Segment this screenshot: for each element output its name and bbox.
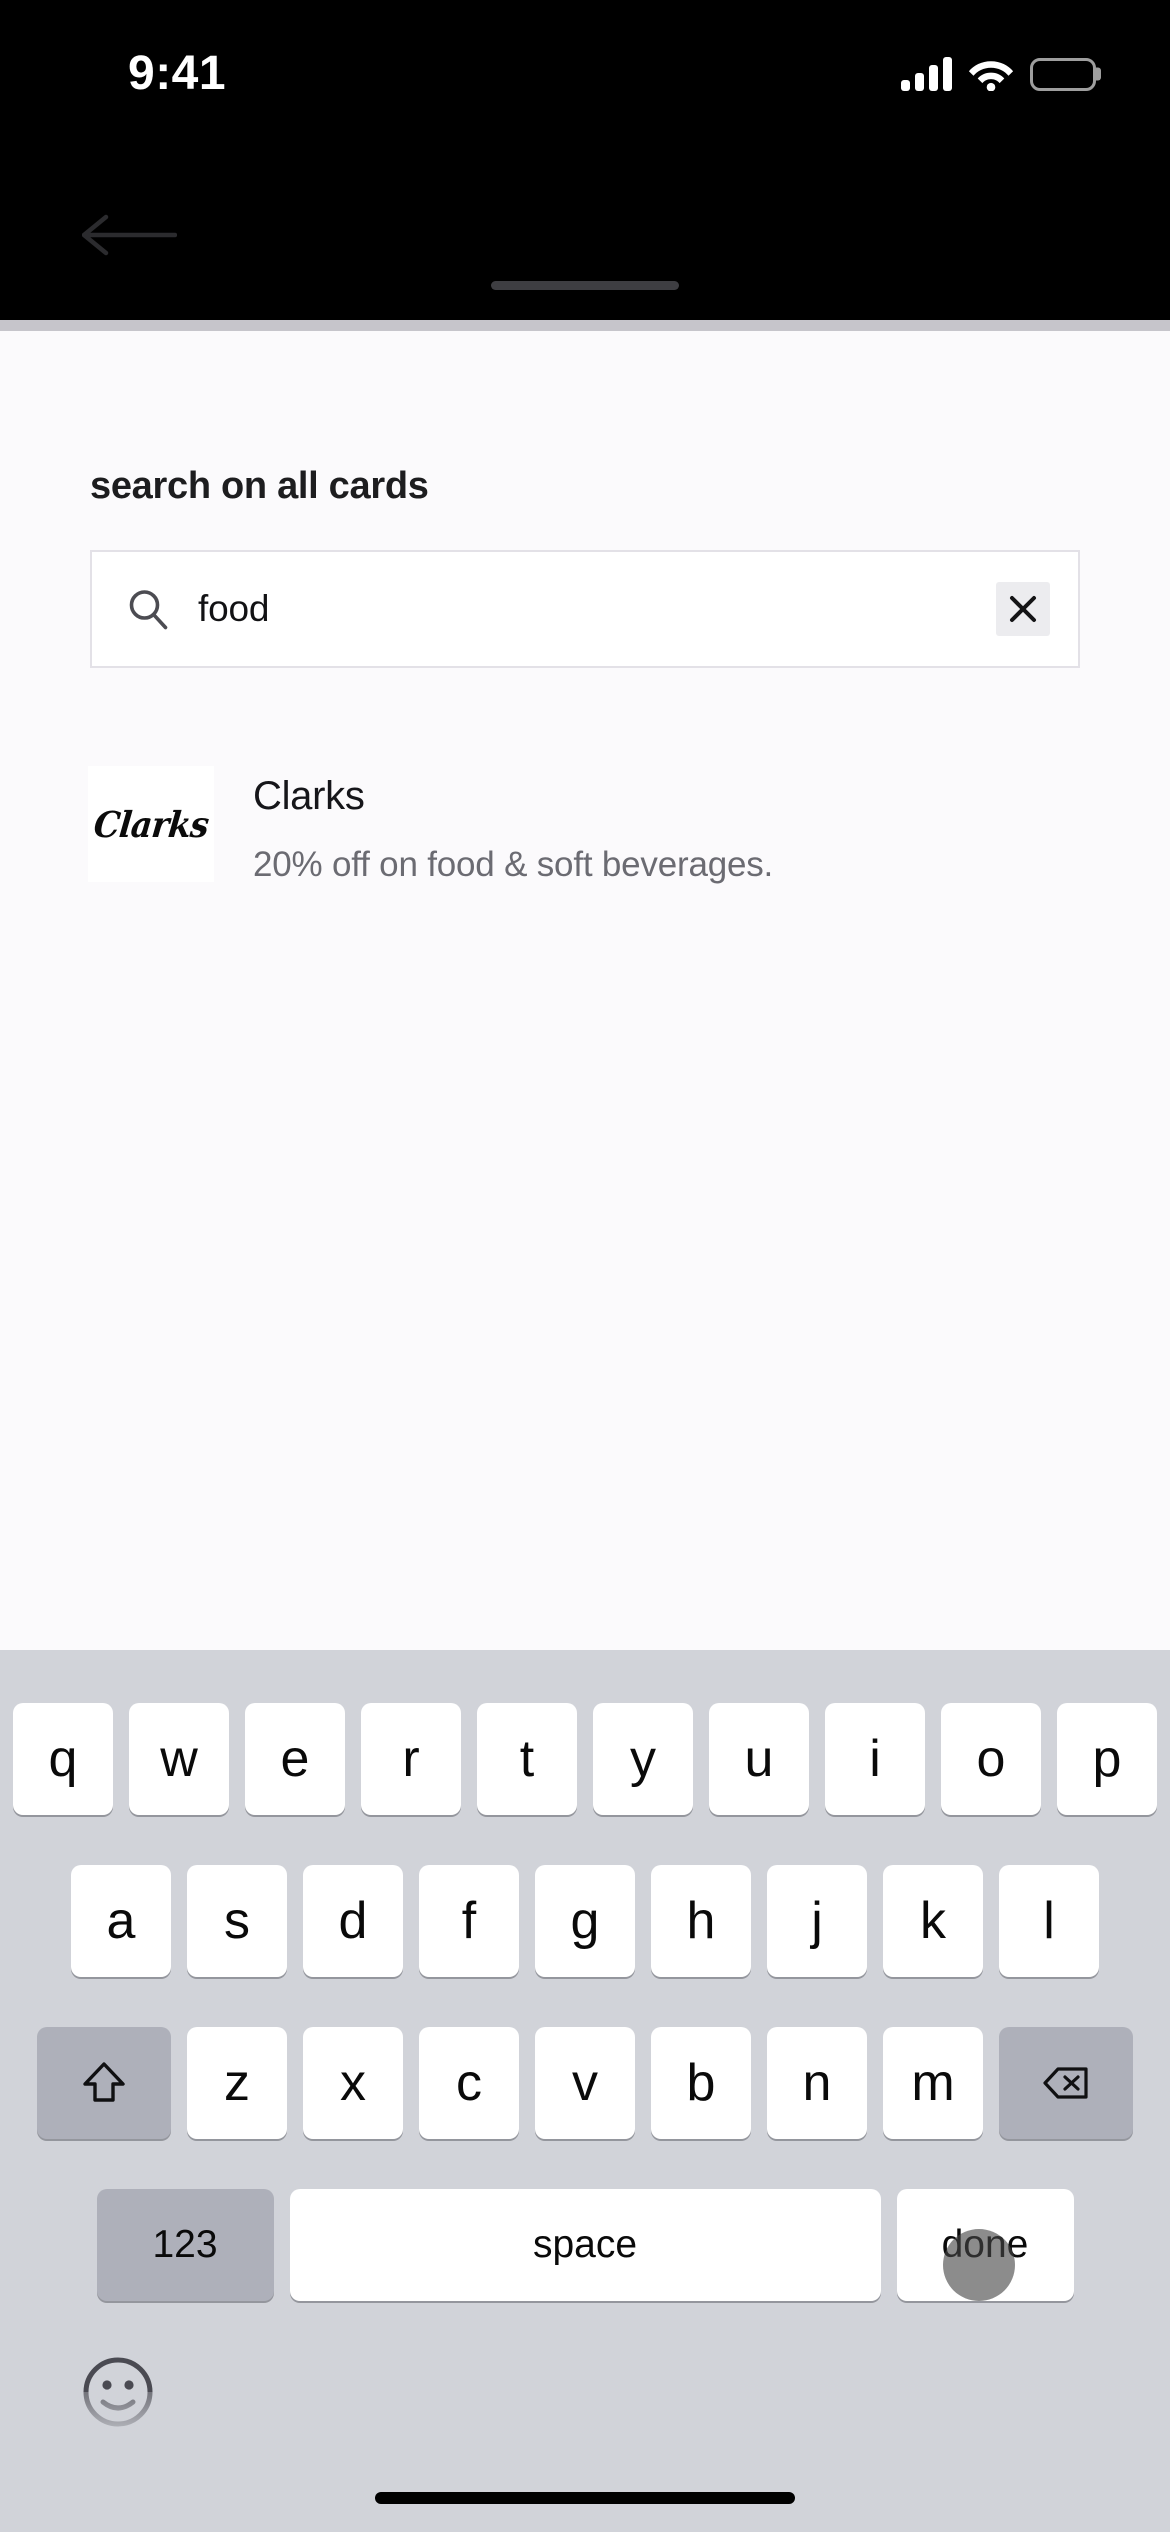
key-j[interactable]: j [767,1865,867,1977]
page-title: search on all cards [90,465,429,507]
home-indicator[interactable] [375,2492,795,2504]
key-h[interactable]: h [651,1865,751,1977]
backspace-key[interactable] [999,2027,1133,2139]
key-i[interactable]: i [825,1703,925,1815]
key-n[interactable]: n [767,2027,867,2139]
keyboard-row-2: a s d f g h j k l [0,1865,1170,1977]
app-header: 9:41 [0,0,1170,320]
header-divider [0,320,1170,331]
search-result-subtitle: 20% off on food & soft beverages. [253,845,774,884]
search-result-text: Clarks 20% off on food & soft beverages. [253,766,1088,885]
done-key[interactable]: done [896,2189,1074,2301]
key-v[interactable]: v [535,2027,635,2139]
key-p[interactable]: p [1057,1703,1157,1815]
key-m[interactable]: m [883,2027,983,2139]
clear-search-button[interactable] [996,582,1050,636]
search-input[interactable]: food [198,588,996,630]
search-result-title: Clarks [253,774,365,818]
key-k[interactable]: k [883,1865,983,1977]
key-g[interactable]: g [535,1865,635,1977]
keyboard-row-4: 123 space done [0,2189,1170,2301]
search-field[interactable]: food [90,550,1080,668]
keyboard-row-3-letters: z x c v b n m [187,2027,983,2139]
key-l[interactable]: l [999,1865,1099,1977]
search-result-item[interactable]: Clarks Clarks 20% off on food & soft bev… [88,766,1088,886]
key-z[interactable]: z [187,2027,287,2139]
sheet-drag-handle[interactable] [491,281,679,290]
emoji-key[interactable] [48,2350,258,2512]
brand-logo-tile: Clarks [88,766,214,882]
search-icon [129,590,168,630]
status-bar-time: 9:41 [128,47,227,100]
keyboard-row-1: q w e r t y u i o p [0,1703,1170,1815]
key-b[interactable]: b [651,2027,751,2139]
key-u[interactable]: u [709,1703,809,1815]
wifi-icon [968,61,1014,91]
key-o[interactable]: o [941,1703,1041,1815]
back-button[interactable] [82,200,192,270]
numbers-key[interactable]: 123 [96,2189,274,2301]
key-d[interactable]: d [303,1865,403,1977]
content-sheet: search on all cards food Clarks Clarks 2… [0,331,1170,1650]
cellular-signal-icon [901,57,952,91]
close-x-icon [1010,596,1036,622]
done-key-label: done [941,2223,1029,2266]
phone-screen: 9:41 search on all cards food Clarks Cla… [0,0,1170,2532]
key-r[interactable]: r [361,1703,461,1815]
battery-full-icon [1030,57,1101,91]
key-y[interactable]: y [593,1703,693,1815]
brand-logo-text: Clarks [91,802,211,846]
shift-arrow-icon [83,2062,125,2102]
key-c[interactable]: c [419,2027,519,2139]
status-bar-icons [901,50,1101,98]
key-w[interactable]: w [129,1703,229,1815]
back-arrow-icon [82,214,177,256]
key-a[interactable]: a [71,1865,171,1977]
status-bar: 9:41 [0,0,1170,120]
backspace-delete-icon [1043,2067,1088,2099]
space-key[interactable]: space [289,2189,881,2301]
key-x[interactable]: x [303,2027,403,2139]
keyboard-row-3: z x c v b n m [0,2027,1170,2139]
key-t[interactable]: t [477,1703,577,1815]
key-q[interactable]: q [13,1703,113,1815]
emoji-smiley-icon [83,2357,153,2427]
onscreen-keyboard: q w e r t y u i o p a s d f g h j k l z … [0,1650,1170,2532]
key-s[interactable]: s [187,1865,287,1977]
key-e[interactable]: e [245,1703,345,1815]
shift-key[interactable] [37,2027,171,2139]
key-f[interactable]: f [419,1865,519,1977]
